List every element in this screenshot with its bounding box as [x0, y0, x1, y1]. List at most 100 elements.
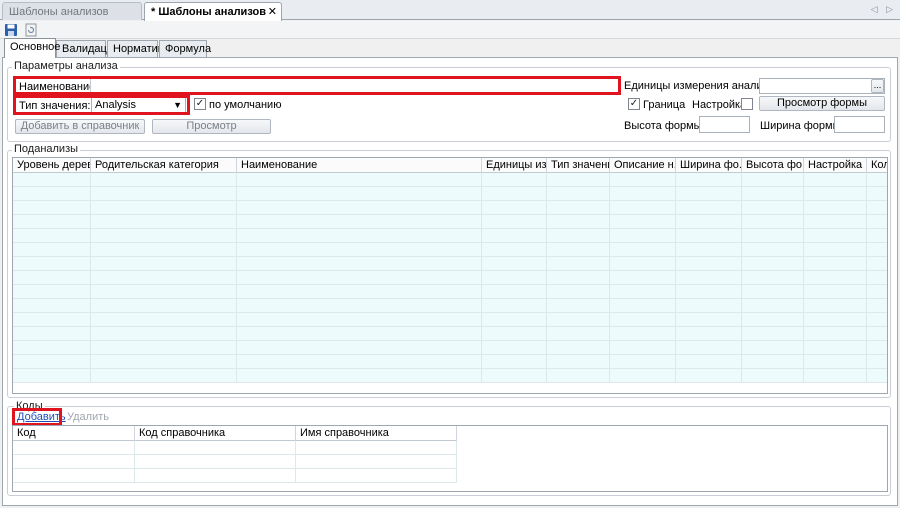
column-header[interactable]: Код [13, 426, 135, 441]
table-cell[interactable] [547, 243, 610, 256]
table-cell[interactable] [482, 285, 547, 298]
table-row[interactable] [13, 355, 887, 369]
table-cell[interactable] [482, 201, 547, 214]
form-preview-button[interactable]: Просмотр формы [759, 96, 885, 111]
codes-grid-body[interactable] [13, 441, 457, 483]
table-cell[interactable] [91, 369, 237, 382]
table-cell[interactable] [13, 201, 91, 214]
table-cell[interactable] [804, 313, 867, 326]
table-cell[interactable] [547, 271, 610, 284]
table-cell[interactable] [804, 271, 867, 284]
table-cell[interactable] [13, 285, 91, 298]
refresh-document-icon[interactable] [24, 23, 38, 37]
chevron-down-icon[interactable]: ▼ [173, 100, 182, 110]
table-cell[interactable] [610, 257, 676, 270]
default-checkbox[interactable]: ✓ [194, 98, 206, 110]
table-cell[interactable] [547, 313, 610, 326]
table-cell[interactable] [237, 257, 482, 270]
table-cell[interactable] [13, 215, 91, 228]
tab-validation[interactable]: Валидация [56, 40, 119, 57]
border-checkbox[interactable]: ✓ [628, 98, 640, 110]
table-cell[interactable] [91, 243, 237, 256]
table-cell[interactable] [547, 187, 610, 200]
units-input[interactable] [759, 78, 885, 94]
column-header[interactable]: Тип значения [547, 158, 610, 173]
table-cell[interactable] [13, 327, 91, 340]
table-row[interactable] [13, 299, 887, 313]
add-code-link[interactable]: Добавить [17, 411, 66, 423]
table-cell[interactable] [13, 369, 91, 382]
table-row[interactable] [13, 327, 887, 341]
table-cell[interactable] [610, 285, 676, 298]
table-cell[interactable] [804, 257, 867, 270]
form-width-input[interactable] [834, 116, 885, 133]
table-cell[interactable] [867, 229, 887, 242]
table-row[interactable] [13, 469, 457, 483]
table-cell[interactable] [237, 201, 482, 214]
table-row[interactable] [13, 215, 887, 229]
table-cell[interactable] [676, 285, 742, 298]
table-cell[interactable] [742, 369, 804, 382]
table-cell[interactable] [742, 257, 804, 270]
table-row[interactable] [13, 187, 887, 201]
table-cell[interactable] [804, 173, 867, 186]
tab-formula[interactable]: Формула [159, 40, 211, 57]
table-cell[interactable] [237, 173, 482, 186]
table-cell[interactable] [867, 173, 887, 186]
table-cell[interactable] [296, 469, 457, 482]
doc-tab-new-template[interactable]: * Шаблоны анализов (нов... ✕ [144, 2, 282, 21]
table-cell[interactable] [237, 299, 482, 312]
table-cell[interactable] [610, 299, 676, 312]
table-cell[interactable] [804, 229, 867, 242]
table-cell[interactable] [482, 369, 547, 382]
table-cell[interactable] [13, 257, 91, 270]
table-cell[interactable] [610, 187, 676, 200]
table-cell[interactable] [610, 229, 676, 242]
table-cell[interactable] [867, 257, 887, 270]
table-cell[interactable] [91, 355, 237, 368]
table-row[interactable] [13, 285, 887, 299]
table-cell[interactable] [742, 201, 804, 214]
table-cell[interactable] [742, 313, 804, 326]
table-cell[interactable] [610, 341, 676, 354]
column-header[interactable]: Код справочника [135, 426, 296, 441]
table-row[interactable] [13, 173, 887, 187]
table-cell[interactable] [547, 257, 610, 270]
table-cell[interactable] [742, 173, 804, 186]
table-cell[interactable] [867, 243, 887, 256]
table-cell[interactable] [482, 271, 547, 284]
table-cell[interactable] [610, 243, 676, 256]
form-height-input[interactable] [699, 116, 750, 133]
table-row[interactable] [13, 441, 457, 455]
table-cell[interactable] [91, 271, 237, 284]
table-cell[interactable] [742, 215, 804, 228]
table-cell[interactable] [742, 229, 804, 242]
table-cell[interactable] [482, 355, 547, 368]
table-cell[interactable] [804, 285, 867, 298]
column-header[interactable]: Родительская категория [91, 158, 237, 173]
tab-norm[interactable]: Норматив [107, 40, 164, 57]
table-cell[interactable] [610, 201, 676, 214]
table-cell[interactable] [804, 215, 867, 228]
table-cell[interactable] [867, 369, 887, 382]
table-cell[interactable] [676, 201, 742, 214]
column-header[interactable]: Описание н... [610, 158, 676, 173]
column-header[interactable]: Единицы из... [482, 158, 547, 173]
tab-main[interactable]: Основное [4, 38, 60, 58]
table-cell[interactable] [547, 369, 610, 382]
table-cell[interactable] [676, 229, 742, 242]
table-cell[interactable] [742, 243, 804, 256]
table-cell[interactable] [91, 327, 237, 340]
table-cell[interactable] [13, 243, 91, 256]
units-browse-button[interactable]: ... [871, 79, 884, 93]
subanalyses-grid[interactable]: Уровень дерева Родительская категория На… [12, 157, 888, 394]
table-cell[interactable] [13, 469, 135, 482]
table-cell[interactable] [676, 271, 742, 284]
table-row[interactable] [13, 369, 887, 383]
table-cell[interactable] [547, 215, 610, 228]
table-cell[interactable] [237, 355, 482, 368]
column-header[interactable]: Уровень дерева [13, 158, 91, 173]
table-cell[interactable] [867, 187, 887, 200]
table-cell[interactable] [804, 187, 867, 200]
table-cell[interactable] [676, 355, 742, 368]
